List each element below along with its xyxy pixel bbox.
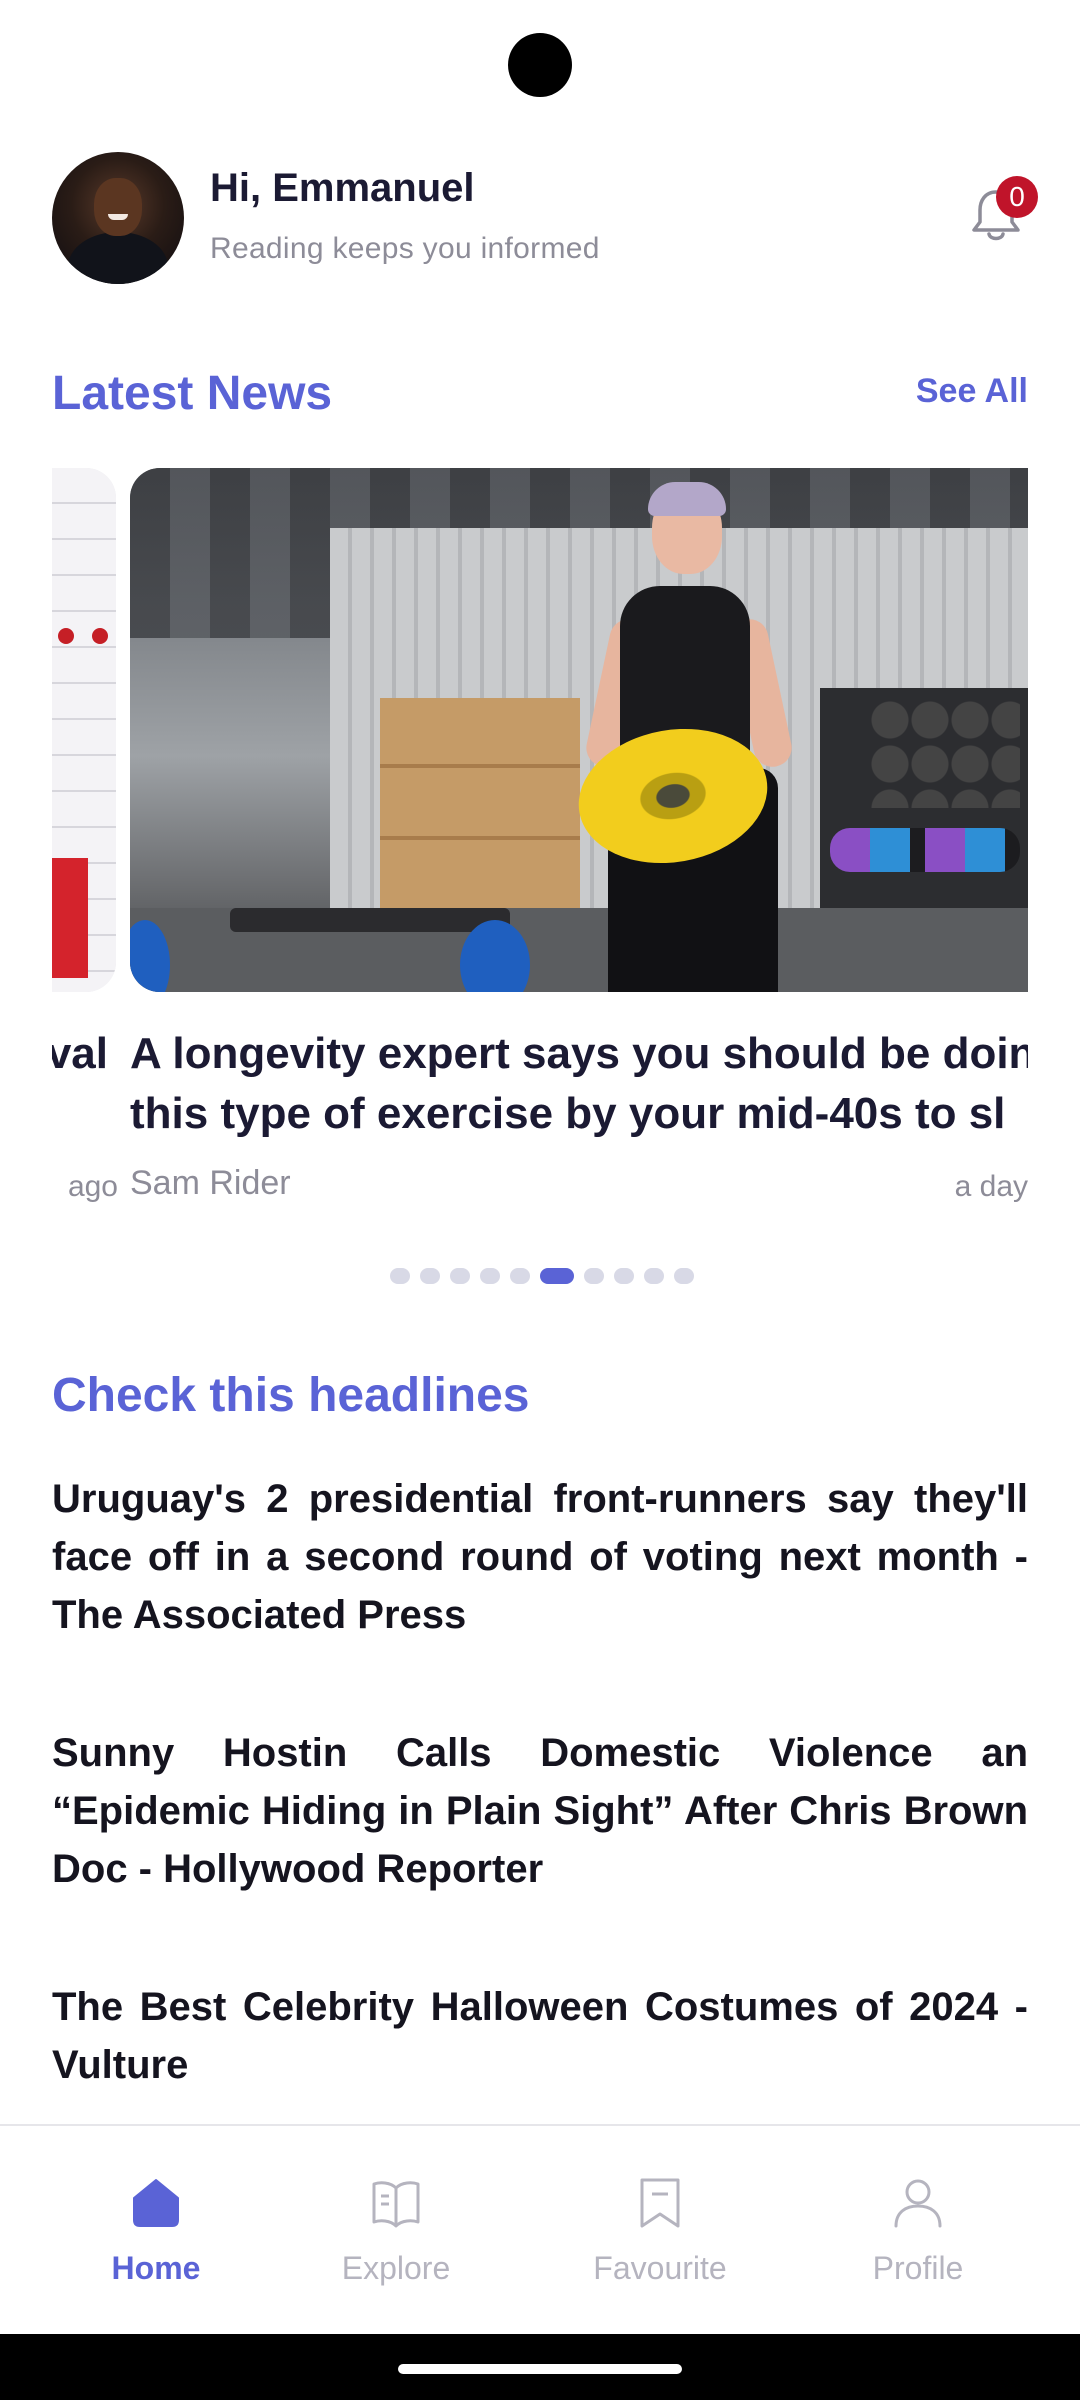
pagination-dot[interactable]	[450, 1268, 470, 1284]
nav-explore[interactable]: Explore	[296, 2126, 496, 2336]
news-card-headline[interactable]: A longevity expert says you should be do…	[130, 1024, 1028, 1154]
notification-badge: 0	[996, 176, 1038, 218]
headline-item[interactable]: The Best Celebrity Halloween Costumes of…	[52, 1978, 1028, 2094]
pagination-dot[interactable]	[480, 1268, 500, 1284]
bottom-navigation: Home Explore Favourite Profile	[0, 2124, 1080, 2336]
home-indicator[interactable]	[398, 2364, 682, 2374]
carousel-pagination	[390, 1268, 694, 1284]
pagination-dot[interactable]	[644, 1268, 664, 1284]
book-icon	[372, 2181, 420, 2228]
bookmark-icon	[640, 2178, 680, 2228]
news-card-image[interactable]	[130, 468, 1028, 992]
pagination-dot-active[interactable]	[540, 1268, 574, 1284]
nav-favourite[interactable]: Favourite	[560, 2126, 760, 2336]
user-icon	[894, 2179, 942, 2228]
pagination-dot[interactable]	[674, 1268, 694, 1284]
greeting-subtitle: Reading keeps you informed	[210, 232, 600, 265]
previous-headline-fragment[interactable]: val	[52, 1024, 108, 1084]
news-card-author: Sam Rider	[130, 1164, 291, 1202]
nav-profile-label: Profile	[872, 2250, 964, 2286]
nav-explore-label: Explore	[341, 2250, 451, 2286]
previous-time-fragment: ago	[67, 1170, 118, 1203]
headlines-title: Check this headlines	[52, 1369, 530, 1422]
pagination-dot[interactable]	[510, 1268, 530, 1284]
pagination-dot[interactable]	[584, 1268, 604, 1284]
headline-item[interactable]: Uruguay's 2 presidential front-runners s…	[52, 1470, 1028, 1644]
avatar[interactable]	[52, 152, 184, 284]
news-card-previous-image[interactable]	[52, 468, 116, 992]
nav-profile[interactable]: Profile	[818, 2126, 1018, 2336]
front-camera	[508, 33, 572, 97]
pagination-dot[interactable]	[420, 1268, 440, 1284]
pagination-dot[interactable]	[390, 1268, 410, 1284]
nav-home[interactable]: Home	[56, 2126, 256, 2336]
nav-home-label: Home	[111, 2250, 201, 2286]
headlines-list: Uruguay's 2 presidential front-runners s…	[52, 1470, 1028, 2174]
nav-favourite-label: Favourite	[593, 2250, 727, 2286]
see-all-link[interactable]: See All	[916, 372, 1028, 411]
latest-news-title: Latest News	[52, 367, 333, 420]
headline-line-2: this type of exercise by your mid-40s to…	[130, 1089, 1006, 1138]
headline-item[interactable]: Sunny Hostin Calls Domestic Violence an …	[52, 1724, 1028, 1898]
news-card-time: a day	[954, 1170, 1028, 1203]
headline-line-1: A longevity expert says you should be do…	[130, 1029, 1028, 1078]
greeting: Hi, Emmanuel	[210, 166, 475, 210]
pagination-dot[interactable]	[614, 1268, 634, 1284]
home-icon	[133, 2179, 179, 2227]
